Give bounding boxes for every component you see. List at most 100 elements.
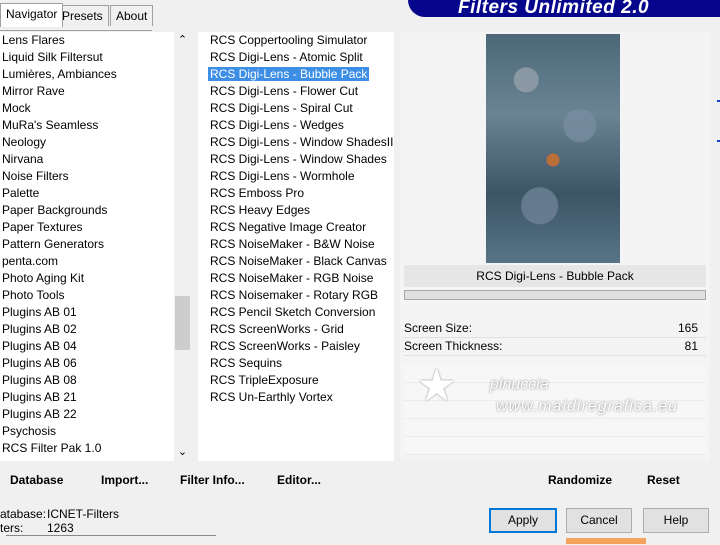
- category-item[interactable]: MuRa's Seamless: [0, 117, 174, 134]
- filter-item-label: RCS ScreenWorks - Paisley: [210, 339, 360, 353]
- category-item[interactable]: RCS Filter Pak 1.0: [0, 440, 174, 457]
- param-value: 165: [677, 321, 698, 335]
- filters-count: 1263: [47, 521, 74, 535]
- category-item[interactable]: Noise Filters: [0, 168, 174, 185]
- filter-item[interactable]: RCS Negative Image Creator: [198, 219, 394, 236]
- filter-item[interactable]: RCS Sequins: [198, 355, 394, 372]
- filter-item[interactable]: RCS Heavy Edges: [198, 202, 394, 219]
- filter-item-label: RCS NoiseMaker - B&W Noise: [210, 237, 375, 251]
- filter-item[interactable]: RCS Noisemaker - Rotary RGB: [198, 287, 394, 304]
- scroll-thumb[interactable]: [175, 296, 190, 350]
- category-item[interactable]: Psychosis: [0, 423, 174, 440]
- tab-about[interactable]: About: [110, 5, 154, 26]
- watermark-line2: www.maidiregrafica.eu: [496, 398, 678, 415]
- app-banner: Filters Unlimited 2.0: [408, 0, 720, 18]
- filter-item[interactable]: RCS Digi-Lens - Wormhole: [198, 168, 394, 185]
- tab-presets[interactable]: Presets: [56, 5, 109, 26]
- preview-image: [486, 34, 620, 263]
- filter-info-button[interactable]: Filter Info...: [180, 473, 245, 487]
- filter-item[interactable]: RCS Digi-Lens - Flower Cut: [198, 83, 394, 100]
- category-item[interactable]: Pattern Generators: [0, 236, 174, 253]
- filter-item-label: RCS Pencil Sketch Conversion: [210, 305, 376, 319]
- filter-item-label: RCS Digi-Lens - Wormhole: [210, 169, 355, 183]
- category-item[interactable]: Lumières, Ambiances: [0, 66, 174, 83]
- filter-item-selected[interactable]: RCS Digi-Lens - Bubble Pack: [198, 66, 394, 83]
- param-screen-size[interactable]: Screen Size: 165: [404, 320, 706, 338]
- progress-bar: [404, 290, 706, 300]
- import-button[interactable]: Import...: [101, 473, 148, 487]
- filter-item[interactable]: RCS TripleExposure: [198, 372, 394, 389]
- category-list[interactable]: Lens Flares Liquid Silk Filtersut Lumières…: [0, 32, 174, 461]
- filters-label: ters:: [0, 521, 24, 535]
- category-item[interactable]: Mock: [0, 100, 174, 117]
- filter-item[interactable]: RCS Pencil Sketch Conversion: [198, 304, 394, 321]
- category-item[interactable]: Plugins AB 08: [0, 372, 174, 389]
- filter-item-label: RCS TripleExposure: [210, 373, 319, 387]
- filter-list[interactable]: RCS Coppertooling Simulator RCS Digi-Lens…: [198, 32, 394, 461]
- scroll-up-icon[interactable]: ⌃: [174, 32, 191, 49]
- category-scrollbar[interactable]: ⌃ ⌄: [174, 32, 191, 461]
- randomize-button[interactable]: Randomize: [548, 473, 612, 487]
- filter-item-label: RCS Sequins: [210, 356, 283, 370]
- category-item[interactable]: Plugins AB 04: [0, 338, 174, 355]
- filter-item[interactable]: RCS ScreenWorks - Paisley: [198, 338, 394, 355]
- database-label: atabase:: [0, 507, 47, 521]
- star-icon: ★: [416, 359, 458, 411]
- watermark-line1: pinuccia: [490, 376, 549, 393]
- filter-item[interactable]: RCS Un-Earthly Vortex: [198, 389, 394, 406]
- category-item[interactable]: Neology: [0, 134, 174, 151]
- category-item[interactable]: Plugins AB 21: [0, 389, 174, 406]
- category-item[interactable]: Plugins AB 06: [0, 355, 174, 372]
- category-item[interactable]: Paper Textures: [0, 219, 174, 236]
- strip-accent: [566, 538, 646, 544]
- filter-item-label: RCS Digi-Lens - Atomic Split: [210, 50, 363, 64]
- category-item[interactable]: Photo Tools: [0, 287, 174, 304]
- banner-title: Filters Unlimited 2.0: [458, 0, 650, 18]
- filter-item-label: RCS Digi-Lens - Spiral Cut: [210, 101, 353, 115]
- param-label: Screen Thickness:: [404, 339, 503, 353]
- param-label: Screen Size:: [404, 321, 473, 335]
- help-button[interactable]: Help: [643, 508, 709, 533]
- editor-button[interactable]: Editor...: [277, 473, 321, 487]
- filter-item[interactable]: RCS Digi-Lens - Wedges: [198, 117, 394, 134]
- param-value: 81: [684, 339, 698, 353]
- category-item[interactable]: Photo Aging Kit: [0, 270, 174, 287]
- database-button[interactable]: Database: [10, 473, 63, 487]
- filter-item-label: RCS Un-Earthly Vortex: [210, 390, 333, 404]
- filter-item[interactable]: RCS NoiseMaker - RGB Noise: [198, 270, 394, 287]
- scroll-down-icon[interactable]: ⌄: [174, 444, 191, 461]
- category-item[interactable]: Plugins AB 01: [0, 304, 174, 321]
- filter-item-label: RCS Coppertooling Simulator: [210, 33, 368, 47]
- filter-item-label: RCS Digi-Lens - Bubble Pack: [208, 67, 370, 81]
- filter-item[interactable]: RCS Digi-Lens - Window ShadesII: [198, 134, 394, 151]
- cancel-button[interactable]: Cancel: [566, 508, 632, 533]
- category-item[interactable]: Plugins AB 02: [0, 321, 174, 338]
- filter-item[interactable]: RCS ScreenWorks - Grid: [198, 321, 394, 338]
- filter-item-label: RCS Negative Image Creator: [210, 220, 367, 234]
- category-item[interactable]: Palette: [0, 185, 174, 202]
- tab-navigator[interactable]: Navigator: [0, 3, 64, 27]
- tab-divider: [0, 30, 152, 31]
- filter-item[interactable]: RCS NoiseMaker - Black Canvas: [198, 253, 394, 270]
- category-item[interactable]: penta.com: [0, 253, 174, 270]
- category-item[interactable]: Mirror Rave: [0, 83, 174, 100]
- category-item[interactable]: Lens Flares: [0, 32, 174, 49]
- filter-item-label: RCS Noisemaker - Rotary RGB: [210, 288, 379, 302]
- category-item[interactable]: Paper Backgrounds: [0, 202, 174, 219]
- filter-item-label: RCS Digi-Lens - Flower Cut: [210, 84, 359, 98]
- category-item[interactable]: Nirvana: [0, 151, 174, 168]
- category-item[interactable]: Plugins AB 22: [0, 406, 174, 423]
- filter-item[interactable]: RCS Coppertooling Simulator: [198, 32, 394, 49]
- filter-item[interactable]: RCS Emboss Pro: [198, 185, 394, 202]
- filter-item-label: RCS NoiseMaker - Black Canvas: [210, 254, 387, 268]
- category-item[interactable]: Liquid Silk Filtersut: [0, 49, 174, 66]
- reset-button[interactable]: Reset: [647, 473, 680, 487]
- apply-button[interactable]: Apply: [489, 508, 557, 533]
- filter-item[interactable]: RCS Digi-Lens - Atomic Split: [198, 49, 394, 66]
- preview-filter-name: RCS Digi-Lens - Bubble Pack: [404, 265, 706, 287]
- filter-item[interactable]: RCS NoiseMaker - B&W Noise: [198, 236, 394, 253]
- filter-item-label: RCS NoiseMaker - RGB Noise: [210, 271, 374, 285]
- database-value: ICNET-Filters: [47, 507, 119, 521]
- filter-item[interactable]: RCS Digi-Lens - Window Shades: [198, 151, 394, 168]
- filter-item[interactable]: RCS Digi-Lens - Spiral Cut: [198, 100, 394, 117]
